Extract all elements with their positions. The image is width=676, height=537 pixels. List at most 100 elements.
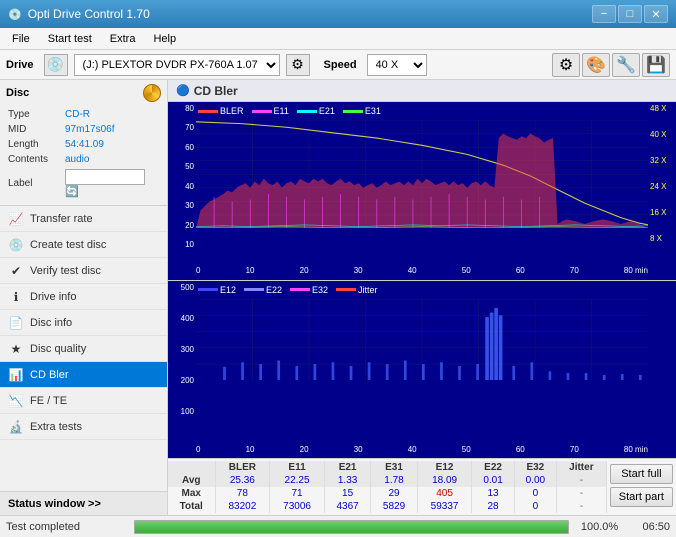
fe-te-icon: 📉 <box>8 393 24 409</box>
titlebar-left: 💿 Opti Drive Control 1.70 <box>8 7 150 21</box>
minimize-button[interactable]: − <box>592 5 616 23</box>
chart1-yaxis-right: 48 X 40 X 32 X 24 X 16 X 8 X <box>648 102 676 262</box>
disc-label-refresh[interactable]: 🔄 <box>65 186 79 198</box>
legend-e32: E32 <box>290 285 328 295</box>
close-button[interactable]: ✕ <box>644 5 668 23</box>
sidebar-item-transfer-rate[interactable]: 📈 Transfer rate <box>0 206 167 232</box>
sidebar-item-disc-quality[interactable]: ★ Disc quality <box>0 336 167 362</box>
sidebar-item-disc-info[interactable]: 📄 Disc info <box>0 310 167 336</box>
yr1-32: 32 X <box>650 156 666 165</box>
legend-e31-color <box>343 110 363 113</box>
x1-30: 30 <box>354 266 363 275</box>
toolbar-icon-3[interactable]: 🔧 <box>612 53 640 77</box>
disc-label-input[interactable] <box>65 169 145 185</box>
legend-jitter-color <box>336 288 356 291</box>
menu-extra[interactable]: Extra <box>102 31 144 47</box>
y2-200: 200 <box>181 376 194 385</box>
legend-bler: BLER <box>198 106 244 116</box>
sidebar-item-fe-te[interactable]: 📉 FE / TE <box>0 388 167 414</box>
stats-total-e12: 59337 <box>417 500 472 513</box>
x1-60: 60 <box>516 266 525 275</box>
drive-select[interactable]: (J:) PLEXTOR DVDR PX-760A 1.07 <box>74 54 280 76</box>
stats-header-e11: E11 <box>270 461 325 474</box>
stats-avg-e32: 0.00 <box>514 474 556 487</box>
start-part-button[interactable]: Start part <box>610 487 673 507</box>
stats-total-e11: 73006 <box>270 500 325 513</box>
progress-bar-container <box>134 520 569 534</box>
y2-500: 500 <box>181 283 194 292</box>
speed-select[interactable]: 40 X <box>367 54 427 76</box>
sidebar-label-fe-te: FE / TE <box>30 395 67 407</box>
y1-10: 10 <box>185 240 194 249</box>
sidebar-item-create-test-disc[interactable]: 💿 Create test disc <box>0 232 167 258</box>
titlebar: 💿 Opti Drive Control 1.70 − □ ✕ <box>0 0 676 28</box>
stats-header-bler: BLER <box>215 461 270 474</box>
disc-spin-icon[interactable] <box>143 84 161 102</box>
disc-length-label: Length <box>8 138 63 151</box>
stats-header-e31: E31 <box>371 461 417 474</box>
disc-label-label: Label <box>8 168 63 199</box>
menu-start-test[interactable]: Start test <box>40 31 100 47</box>
statusbar: Test completed 100.0% 06:50 <box>0 515 676 537</box>
maximize-button[interactable]: □ <box>618 5 642 23</box>
sidebar-label-disc-quality: Disc quality <box>30 343 86 355</box>
x1-20: 20 <box>300 266 309 275</box>
sidebar-label-cd-bler: CD Bler <box>30 369 69 381</box>
legend-e32-label: E32 <box>312 285 328 295</box>
sidebar-nav: 📈 Transfer rate 💿 Create test disc ✔ Ver… <box>0 206 167 491</box>
stats-header-e32: E32 <box>514 461 556 474</box>
disc-quality-icon: ★ <box>8 341 24 357</box>
sidebar-item-drive-info[interactable]: ℹ Drive info <box>0 284 167 310</box>
start-full-button[interactable]: Start full <box>610 464 673 484</box>
sidebar-label-verify-test-disc: Verify test disc <box>30 265 101 277</box>
disc-panel: Disc Type CD-R MID 97m17s06f Length 54:4… <box>0 80 167 206</box>
sidebar-item-verify-test-disc[interactable]: ✔ Verify test disc <box>0 258 167 284</box>
stats-row: BLER E11 E21 E31 E12 E22 E32 Jitter <box>168 461 676 513</box>
disc-mid-value: 97m17s06f <box>65 123 159 136</box>
menubar: File Start test Extra Help <box>0 28 676 50</box>
titlebar-controls: − □ ✕ <box>592 5 668 23</box>
legend-bler-color <box>198 110 218 113</box>
stats-main: BLER E11 E21 E31 E12 E22 E32 Jitter <box>168 461 607 513</box>
stats-header-row: BLER E11 E21 E31 E12 E22 E32 Jitter <box>168 461 606 474</box>
sidebar-label-extra-tests: Extra tests <box>30 421 82 433</box>
legend-bler-label: BLER <box>220 106 244 116</box>
status-text: Test completed <box>6 521 126 533</box>
disc-mid-row: MID 97m17s06f <box>8 123 159 136</box>
y1-60: 60 <box>185 143 194 152</box>
y1-30: 30 <box>185 201 194 210</box>
sidebar-item-cd-bler[interactable]: 📊 CD Bler <box>0 362 167 388</box>
stats-avg-row: Avg 25.36 22.25 1.33 1.78 18.09 0.01 0.0… <box>168 474 606 487</box>
stats-header-e22: E22 <box>472 461 514 474</box>
stats-max-e32: 0 <box>514 487 556 500</box>
legend-e11: E11 <box>252 106 289 116</box>
toolbar-icon-save[interactable]: 💾 <box>642 53 670 77</box>
chart-title: CD Bler <box>194 84 238 98</box>
sidebar-item-extra-tests[interactable]: 🔬 Extra tests <box>0 414 167 440</box>
stats-total-jitter: - <box>556 500 606 513</box>
stats-max-e12: 405 <box>417 487 472 500</box>
btn-area: Start full Start part <box>607 461 676 513</box>
y2-300: 300 <box>181 345 194 354</box>
menu-help[interactable]: Help <box>145 31 184 47</box>
chart-title-icon: 🔵 <box>176 84 190 97</box>
stats-max-row: Max 78 71 15 29 405 13 0 - <box>168 487 606 500</box>
status-window-button[interactable]: Status window >> <box>0 491 167 515</box>
sidebar-label-disc-info: Disc info <box>30 317 72 329</box>
chart-bler: BLER E11 E21 E31 <box>168 102 676 281</box>
x1-0: 0 <box>196 266 200 275</box>
stats-avg-e22: 0.01 <box>472 474 514 487</box>
sidebar-label-drive-info: Drive info <box>30 291 76 303</box>
legend-e12-label: E12 <box>220 285 236 295</box>
menu-file[interactable]: File <box>4 31 38 47</box>
disc-type-value: CD-R <box>65 108 159 121</box>
drive-settings-icon[interactable]: ⚙ <box>286 54 310 76</box>
verify-test-disc-icon: ✔ <box>8 263 24 279</box>
toolbar-icon-2[interactable]: 🎨 <box>582 53 610 77</box>
toolbar-icon-1[interactable]: ⚙ <box>552 53 580 77</box>
yr1-40: 40 X <box>650 130 666 139</box>
create-test-disc-icon: 💿 <box>8 237 24 253</box>
progress-bar-fill <box>135 521 568 533</box>
drive-eject-icon[interactable]: 💿 <box>44 54 68 76</box>
content-area: 🔵 CD Bler BLER E11 <box>168 80 676 515</box>
